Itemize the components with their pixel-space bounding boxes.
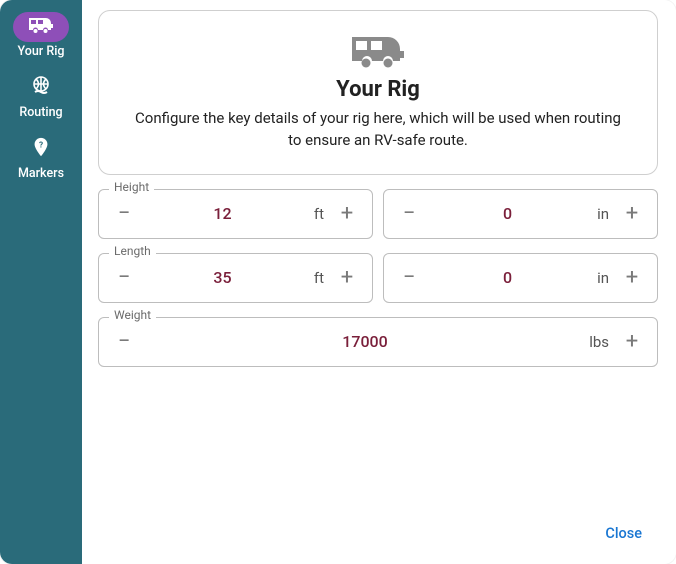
sidebar-item-routing[interactable]: Routing [13, 69, 69, 124]
height-ft-value[interactable]: 12 [141, 204, 304, 223]
rv-large-icon [350, 33, 406, 69]
app-root: Your Rig Routing ? [0, 0, 676, 564]
footer: Close [98, 511, 658, 554]
decrement-button[interactable]: − [107, 197, 141, 231]
unit-label: lbs [589, 333, 609, 351]
pin-icon: ? [30, 135, 52, 163]
sidebar-item-label: Markers [18, 166, 64, 181]
fields-container: Height − 12 ft + − 0 in + Length − [98, 189, 658, 367]
sidebar-icon-wrap: ? [13, 134, 69, 164]
rv-icon [28, 16, 54, 38]
plus-icon: + [626, 265, 638, 290]
sidebar-icon-wrap [13, 12, 69, 42]
height-in-value[interactable]: 0 [426, 204, 589, 223]
sidebar-icon-wrap [13, 73, 69, 103]
decrement-button[interactable]: − [392, 197, 426, 231]
weight-stepper: Weight − 17000 lbs + [98, 317, 658, 367]
minus-icon: − [403, 201, 416, 226]
sidebar: Your Rig Routing ? [0, 0, 82, 564]
minus-icon: − [118, 201, 131, 226]
increment-button[interactable]: + [615, 261, 649, 295]
field-label: Height [109, 180, 154, 194]
increment-button[interactable]: + [330, 197, 364, 231]
increment-button[interactable]: + [330, 261, 364, 295]
height-row: Height − 12 ft + − 0 in + [98, 189, 658, 239]
increment-button[interactable]: + [615, 325, 649, 359]
unit-label: in [589, 205, 609, 223]
increment-button[interactable]: + [615, 197, 649, 231]
globe-hand-icon [29, 74, 53, 102]
minus-icon: − [118, 265, 131, 290]
minus-icon: − [403, 265, 416, 290]
length-row: Length − 35 ft + − 0 in + [98, 253, 658, 303]
length-ft-stepper: Length − 35 ft + [98, 253, 373, 303]
plus-icon: + [626, 329, 638, 354]
decrement-button[interactable]: − [107, 325, 141, 359]
plus-icon: + [626, 201, 638, 226]
sidebar-item-your-rig[interactable]: Your Rig [13, 8, 69, 63]
length-ft-value[interactable]: 35 [141, 268, 304, 287]
length-in-value[interactable]: 0 [426, 268, 589, 287]
hero-title: Your Rig [127, 77, 629, 102]
plus-icon: + [341, 265, 353, 290]
unit-label: ft [304, 269, 324, 287]
field-label: Weight [109, 308, 156, 322]
weight-value[interactable]: 17000 [141, 332, 589, 351]
sidebar-item-markers[interactable]: ? Markers [13, 130, 69, 185]
height-ft-stepper: Height − 12 ft + [98, 189, 373, 239]
plus-icon: + [341, 201, 353, 226]
sidebar-item-label: Your Rig [18, 44, 65, 59]
length-in-stepper: − 0 in + [383, 253, 658, 303]
field-label: Length [109, 244, 156, 258]
decrement-button[interactable]: − [392, 261, 426, 295]
hero-description: Configure the key details of your rig he… [127, 108, 629, 152]
minus-icon: − [118, 329, 131, 354]
decrement-button[interactable]: − [107, 261, 141, 295]
svg-text:?: ? [39, 140, 43, 150]
close-button[interactable]: Close [595, 517, 652, 550]
hero-card: Your Rig Configure the key details of yo… [98, 10, 658, 175]
main-panel: Your Rig Configure the key details of yo… [82, 0, 676, 564]
unit-label: ft [304, 205, 324, 223]
sidebar-item-label: Routing [19, 105, 62, 120]
unit-label: in [589, 269, 609, 287]
weight-row: Weight − 17000 lbs + [98, 317, 658, 367]
height-in-stepper: − 0 in + [383, 189, 658, 239]
